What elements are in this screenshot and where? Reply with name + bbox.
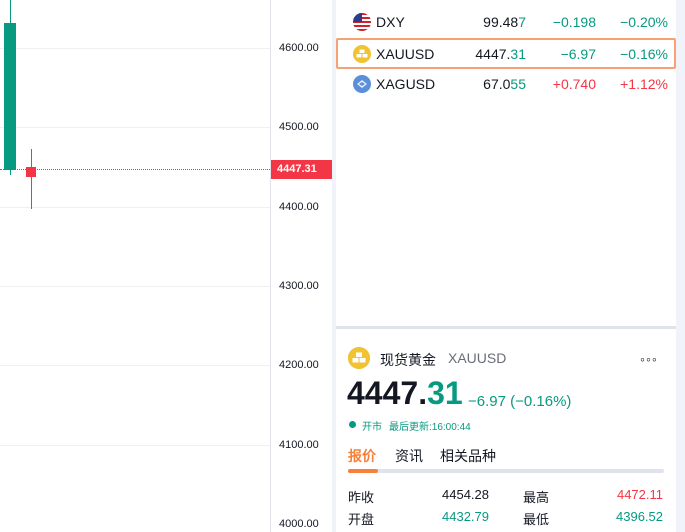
symbol-code: XAUUSD <box>448 350 507 366</box>
detail-change: −6.97 (−0.16%) <box>468 393 572 410</box>
stat-label-prev-close: 昨收 <box>348 490 375 505</box>
watchlist-change-pct: −0.20% <box>620 13 668 30</box>
last-tail: 7 <box>518 13 526 30</box>
tab-indicator <box>348 469 378 473</box>
tab-quote[interactable]: 报价 <box>348 446 376 466</box>
tab-related[interactable]: 相关品种 <box>440 446 496 466</box>
watchlist-row-dxy[interactable]: DXY 99.487 −0.198 −0.20% <box>336 6 676 37</box>
market-status: 开市 <box>362 422 382 433</box>
watchlist-symbol: DXY <box>376 13 405 30</box>
scrollbar-track[interactable] <box>676 0 685 532</box>
candle-wick <box>31 148 32 210</box>
stat-label-low: 最低 <box>523 512 550 527</box>
candle-body <box>4 23 16 171</box>
last-tail: 31 <box>510 45 526 62</box>
stat-high: 4472.11 <box>616 487 663 502</box>
watchlist-change: −6.97 <box>560 45 596 62</box>
market-open-dot <box>349 421 356 428</box>
stat-label-open: 开盘 <box>348 512 375 527</box>
trading-app: 4600.00 4500.00 4400.00 4300.00 4200.00 … <box>0 0 685 532</box>
watchlist-last: 4447.31 <box>475 46 526 62</box>
gridline <box>0 207 270 208</box>
gridline <box>0 48 270 49</box>
watchlist-last: 67.055 <box>483 76 526 92</box>
stat-label-high: 最高 <box>523 490 550 505</box>
candle-body <box>26 167 36 178</box>
price-scale[interactable]: 4600.00 4500.00 4400.00 4300.00 4200.00 … <box>270 0 333 532</box>
price-decimal: 31 <box>427 375 463 411</box>
last-updated: 最后更新:16:00:44 <box>389 422 471 433</box>
watchlist-last: 99.487 <box>483 14 526 30</box>
gold-icon <box>348 347 370 369</box>
silver-icon <box>353 74 371 93</box>
last-main: 4447. <box>475 45 511 62</box>
price-tick: 4300.00 <box>279 280 319 292</box>
gridline <box>0 127 270 128</box>
symbol-name: 现货黄金 <box>380 352 436 368</box>
symbol-detail-panel: 现货黄金 XAUUSD ◦◦◦ 4447.31 −6.97 (−0.16%) 开… <box>336 329 676 532</box>
price-tick: 4000.00 <box>279 518 319 530</box>
price-main: 4447. <box>347 375 428 411</box>
watchlist: DXY 99.487 −0.198 −0.20% XAUUSD 4447.31 … <box>336 0 676 326</box>
stat-prev-close: 4454.28 <box>442 487 489 502</box>
price-tick: 4600.00 <box>279 42 319 54</box>
last-tail: 55 <box>510 75 526 92</box>
watchlist-symbol: XAGUSD <box>376 75 436 92</box>
gold-icon <box>353 44 371 63</box>
more-icon[interactable]: ◦◦◦ <box>640 351 658 367</box>
us-flag-icon <box>353 12 371 31</box>
last-price-line <box>0 169 270 170</box>
watchlist-change-pct: +1.12% <box>620 75 668 92</box>
gridline <box>0 365 270 366</box>
price-chart[interactable] <box>0 0 270 532</box>
price-tick: 4100.00 <box>279 439 319 451</box>
gridline <box>0 286 270 287</box>
last-price-label: 4447.31 <box>271 160 333 179</box>
detail-price: 4447.31 <box>347 375 463 412</box>
tab-news[interactable]: 资讯 <box>395 446 423 466</box>
stat-low: 4396.52 <box>616 509 663 524</box>
price-tick: 4200.00 <box>279 359 319 371</box>
tab-track <box>348 469 664 473</box>
last-main: 99.48 <box>483 13 519 30</box>
watchlist-change: +0.740 <box>552 75 596 92</box>
last-main: 67.0 <box>483 75 511 92</box>
stat-open: 4432.79 <box>442 509 489 524</box>
price-tick: 4400.00 <box>279 201 319 213</box>
gridline <box>0 445 270 446</box>
watchlist-row-xauusd[interactable]: XAUUSD 4447.31 −6.97 −0.16% <box>336 38 676 69</box>
watchlist-symbol: XAUUSD <box>376 45 435 62</box>
watchlist-change-pct: −0.16% <box>620 45 668 62</box>
price-tick: 4500.00 <box>279 121 319 133</box>
watchlist-row-xagusd[interactable]: XAGUSD 67.055 +0.740 +1.12% <box>336 68 676 99</box>
watchlist-change: −0.198 <box>552 13 596 30</box>
